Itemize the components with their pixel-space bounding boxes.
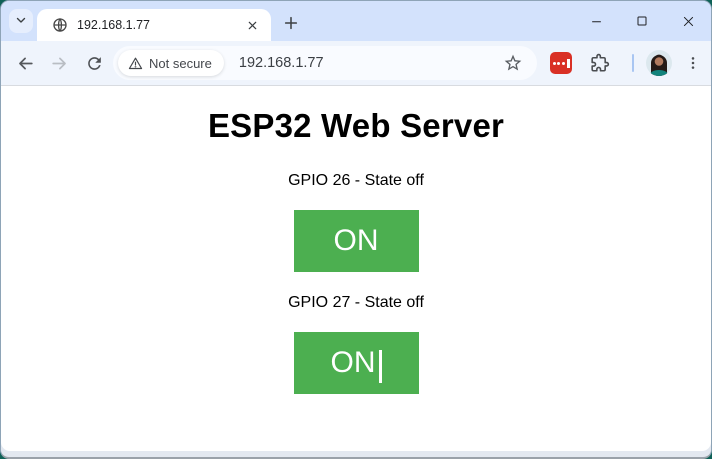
avatar-photo: [645, 49, 673, 77]
browser-window: 192.168.1.77 Not secure 192.168.1.77 ESP…: [0, 0, 712, 459]
new-tab-button[interactable]: [278, 10, 304, 36]
forward-arrow-icon: [50, 54, 69, 73]
close-icon: [247, 20, 258, 31]
close-window-button[interactable]: [665, 1, 711, 41]
security-chip-label: Not secure: [149, 55, 212, 71]
star-icon: [503, 53, 523, 73]
url-text: 192.168.1.77: [238, 55, 324, 71]
puzzle-piece-icon: [590, 53, 610, 73]
browser-menu-button[interactable]: [679, 49, 707, 77]
security-chip[interactable]: Not secure: [118, 50, 224, 76]
tab-close-button[interactable]: [243, 16, 261, 34]
minimize-button[interactable]: [573, 1, 619, 41]
lastpass-extension-button[interactable]: [550, 52, 572, 74]
minimize-icon: [590, 15, 603, 28]
back-arrow-icon: [16, 54, 35, 73]
web-page-content: ESP32 Web Server GPIO 26 - State off ON …: [1, 86, 711, 451]
reload-icon: [85, 54, 104, 73]
forward-button[interactable]: [45, 49, 73, 77]
three-dot-menu-icon: [685, 55, 701, 71]
gpio-27-on-button[interactable]: ON: [293, 332, 419, 394]
page-title: ESP32 Web Server: [207, 107, 505, 144]
tab-strip: 192.168.1.77: [1, 1, 711, 41]
browser-toolbar: Not secure 192.168.1.77: [1, 41, 711, 85]
tab-search-button[interactable]: [9, 9, 33, 33]
active-tab[interactable]: 192.168.1.77: [37, 9, 271, 41]
back-button[interactable]: [11, 49, 39, 77]
reload-button[interactable]: [80, 49, 108, 77]
globe-favicon-icon: [52, 17, 68, 33]
window-controls: [573, 1, 711, 41]
address-bar[interactable]: Not secure 192.168.1.77: [113, 46, 537, 80]
extensions-button[interactable]: [587, 50, 613, 76]
gpio-27-on-button-label: ON: [330, 346, 376, 379]
close-icon: [682, 15, 695, 28]
gpio-27-state-label: GPIO 27 - State off: [288, 294, 424, 311]
plus-icon: [283, 15, 299, 31]
profile-avatar[interactable]: [645, 49, 673, 77]
bookmark-star-button[interactable]: [499, 49, 527, 77]
gpio-26-on-button-label: ON: [333, 224, 379, 257]
tab-title: 192.168.1.77: [77, 18, 150, 32]
maximize-button[interactable]: [619, 1, 665, 41]
warning-triangle-icon: [128, 56, 143, 71]
maximize-icon: [636, 15, 648, 27]
toolbar-divider: [632, 54, 634, 72]
lastpass-icon: [552, 58, 570, 68]
gpio-26-state-label: GPIO 26 - State off: [288, 172, 424, 189]
chevron-down-icon: [14, 13, 28, 30]
gpio-26-on-button[interactable]: ON: [293, 210, 419, 272]
text-caret: [378, 349, 382, 383]
